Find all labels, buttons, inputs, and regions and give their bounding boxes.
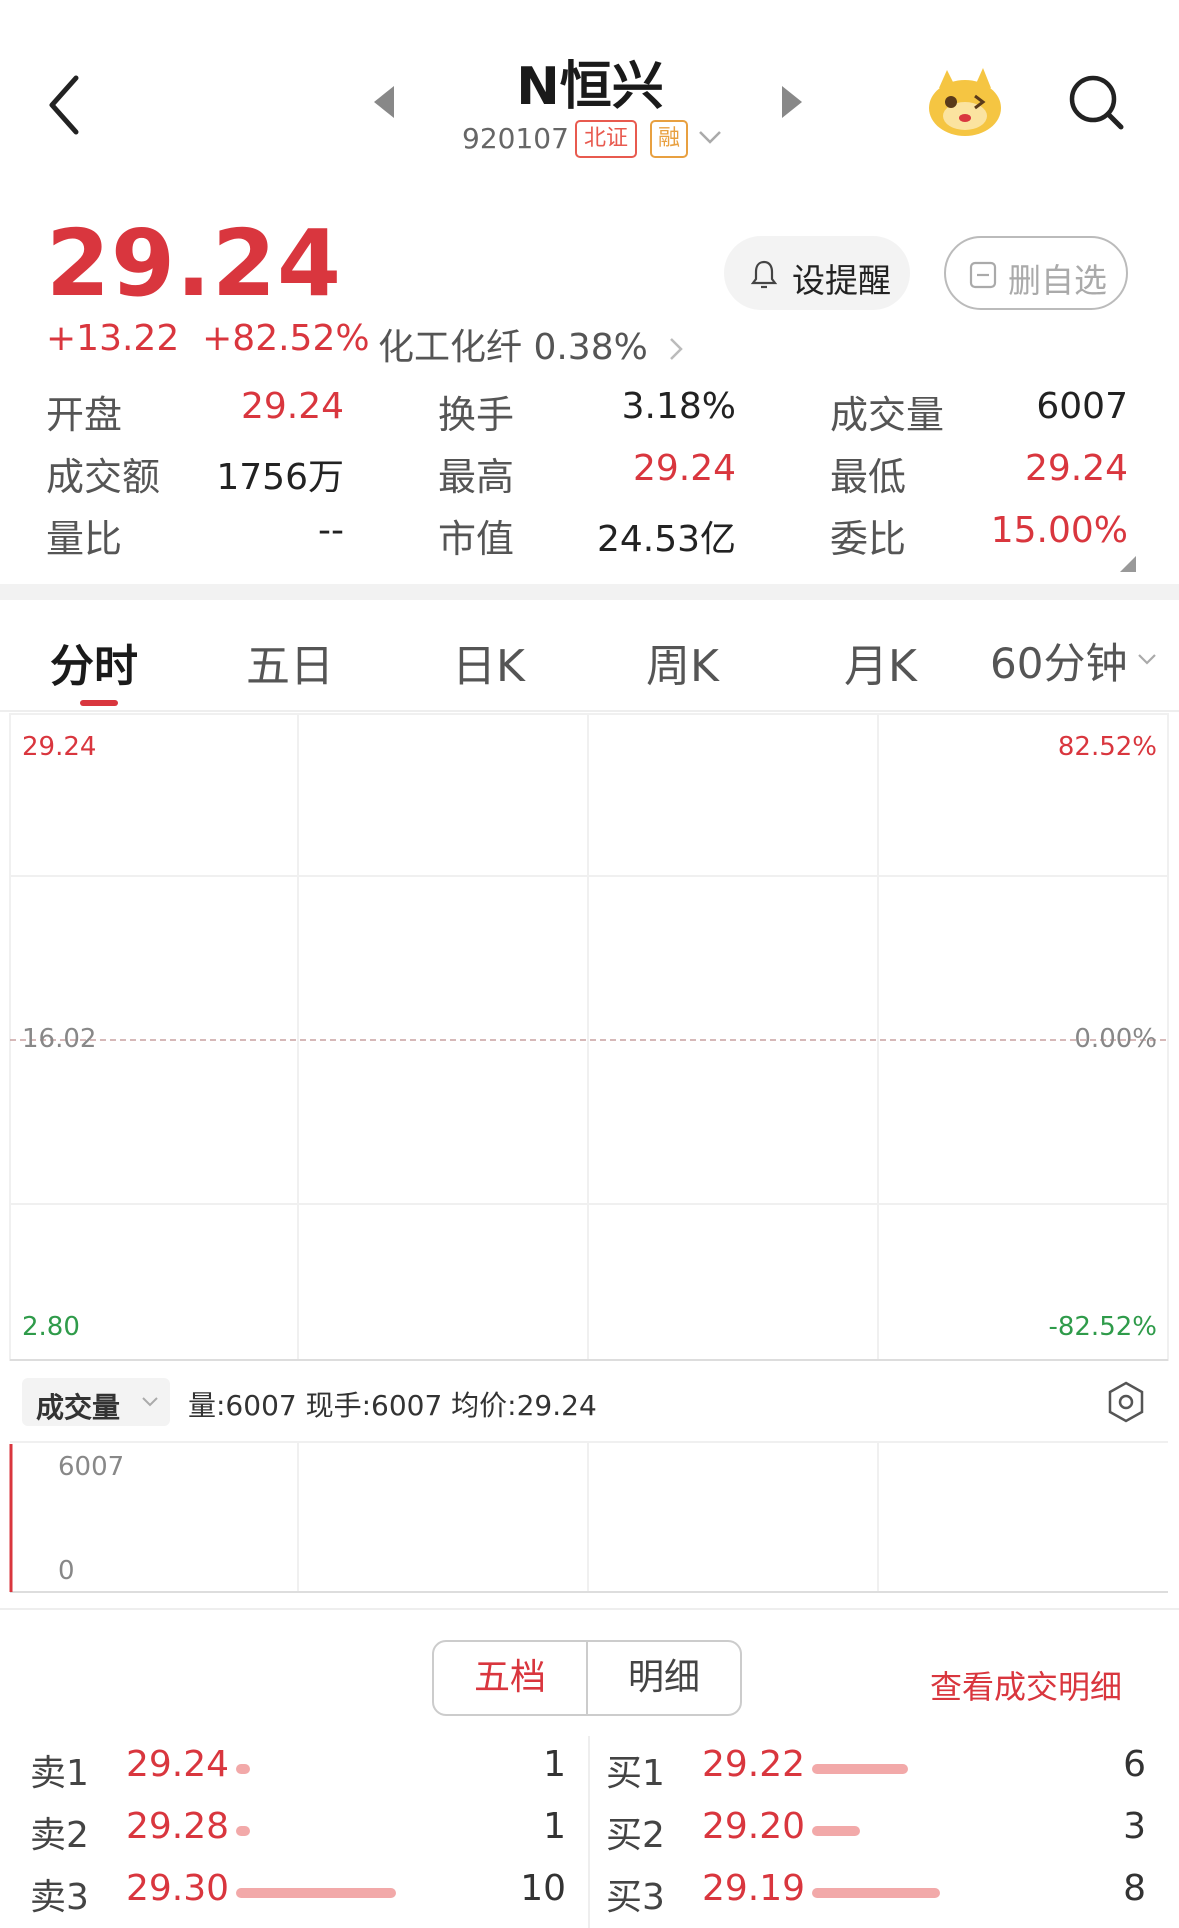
settings-icon[interactable] <box>1106 1380 1146 1424</box>
industry-label: 化工化纤 0.38% <box>378 327 648 368</box>
buy-level-label: 买3 <box>606 1877 665 1918</box>
view-trade-details-link[interactable]: 查看成交明细 <box>930 1662 1122 1708</box>
expand-corner-icon[interactable] <box>1120 556 1136 572</box>
sell-volume-bar <box>236 1888 396 1898</box>
pct-axis-mid: 0.00% <box>1074 1024 1157 1054</box>
buy-volume-bar <box>812 1888 940 1898</box>
stat-label: 最低 <box>830 455 907 499</box>
buy-level-label: 买2 <box>606 1815 665 1856</box>
stat-label: 成交量 <box>830 393 945 437</box>
chevron-down-icon <box>142 1397 158 1407</box>
stat-value: 29.24 <box>632 448 736 489</box>
sell-quantity: 1 <box>543 1806 566 1847</box>
set-alert-button[interactable]: 设提醒 <box>724 236 910 310</box>
stat-value: 3.18% <box>621 386 736 427</box>
next-stock-icon[interactable] <box>778 82 806 122</box>
current-price: 29.24 <box>46 210 343 317</box>
stat-label: 量比 <box>46 517 123 561</box>
buy-price: 29.20 <box>702 1806 806 1847</box>
volume-indicator-selector[interactable]: 成交量 <box>22 1378 170 1426</box>
stat-value: 1756万 <box>216 457 344 498</box>
tab-five-day[interactable]: 五日 <box>246 630 334 694</box>
stat-value: 6007 <box>1036 386 1128 427</box>
stat-value: 29.24 <box>1024 448 1128 489</box>
set-alert-label: 设提醒 <box>792 261 891 300</box>
back-arrow-icon[interactable] <box>40 70 90 140</box>
previous-stock-icon[interactable] <box>370 82 398 122</box>
volume-chart[interactable] <box>0 1440 1179 1596</box>
buy-price: 29.19 <box>702 1868 806 1909</box>
stat-value: -- <box>318 510 344 551</box>
stat-label: 换手 <box>438 393 515 437</box>
margin-badge: 融 <box>650 120 688 158</box>
stat-value: 24.53亿 <box>596 519 736 560</box>
stock-name: N恒兴 <box>516 57 664 117</box>
exchange-badge: 北证 <box>575 120 637 158</box>
sell-quantity: 1 <box>543 1744 566 1785</box>
change-amount: +13.22 <box>46 318 180 359</box>
sell-price: 29.30 <box>126 1868 230 1909</box>
sell-level-label: 卖1 <box>30 1753 89 1794</box>
chevron-down-icon[interactable] <box>1136 650 1158 668</box>
pct-axis-top: 82.52% <box>1057 732 1157 762</box>
tab-five-levels[interactable]: 五档 <box>432 1640 588 1716</box>
price-change: +13.22 +82.52% <box>46 318 370 359</box>
sell-volume-bar <box>236 1826 250 1836</box>
volume-axis-min: 0 <box>58 1556 75 1586</box>
active-tab-indicator <box>80 700 118 706</box>
pct-axis-bottom: -82.52% <box>1048 1312 1157 1342</box>
sell-price: 29.24 <box>126 1744 230 1785</box>
tab-60-minute[interactable]: 60分钟 <box>990 630 1127 691</box>
price-axis-top: 29.24 <box>22 732 97 762</box>
stat-label: 成交额 <box>46 455 161 499</box>
chevron-down-icon[interactable] <box>696 125 724 149</box>
stat-label: 市值 <box>438 517 515 561</box>
buy-volume-bar <box>812 1826 860 1836</box>
tab-details[interactable]: 明细 <box>586 1640 742 1716</box>
chevron-right-icon <box>670 338 684 360</box>
search-icon[interactable] <box>1066 72 1126 132</box>
buy-quantity: 3 <box>1123 1806 1146 1847</box>
buy-level-label: 买1 <box>606 1753 665 1794</box>
tab-intraday[interactable]: 分时 <box>50 630 138 694</box>
tab-daily-k[interactable]: 日K <box>452 630 525 694</box>
stat-value: 15.00% <box>990 510 1128 551</box>
volume-selector-label: 成交量 <box>36 1391 121 1424</box>
section-divider <box>0 1608 1179 1610</box>
stat-label: 开盘 <box>46 393 123 437</box>
section-divider <box>0 584 1179 600</box>
tab-weekly-k[interactable]: 周K <box>646 630 719 694</box>
stat-value: 29.24 <box>240 386 344 427</box>
mascot-icon[interactable] <box>925 62 1005 140</box>
sell-quantity: 10 <box>520 1868 566 1909</box>
tab-monthly-k[interactable]: 月K <box>844 630 917 694</box>
price-axis-bottom: 2.80 <box>22 1312 80 1342</box>
bell-icon <box>750 260 778 289</box>
buy-volume-bar <box>812 1764 908 1774</box>
volume-axis-max: 6007 <box>58 1452 125 1482</box>
change-percent: +82.52% <box>202 318 370 359</box>
sell-level-label: 卖3 <box>30 1877 89 1918</box>
stat-label: 委比 <box>830 517 907 561</box>
stat-label: 最高 <box>438 455 515 499</box>
buy-price: 29.22 <box>702 1744 806 1785</box>
volume-info: 量:6007 现手:6007 均价:29.24 <box>188 1389 597 1422</box>
remove-watchlist-button[interactable]: 删自选 <box>944 236 1128 310</box>
remove-watchlist-label: 删自选 <box>1008 261 1107 300</box>
sell-level-label: 卖2 <box>30 1815 89 1856</box>
order-book-divider <box>588 1736 590 1928</box>
sell-price: 29.28 <box>126 1806 230 1847</box>
sell-volume-bar <box>236 1764 250 1774</box>
minus-box-icon <box>969 261 997 289</box>
buy-quantity: 8 <box>1123 1868 1146 1909</box>
stock-code: 920107 <box>462 122 569 155</box>
industry-link[interactable]: 化工化纤 0.38% <box>378 318 685 370</box>
price-axis-mid: 16.02 <box>22 1024 97 1054</box>
intraday-chart[interactable] <box>0 712 1179 1362</box>
buy-quantity: 6 <box>1123 1744 1146 1785</box>
